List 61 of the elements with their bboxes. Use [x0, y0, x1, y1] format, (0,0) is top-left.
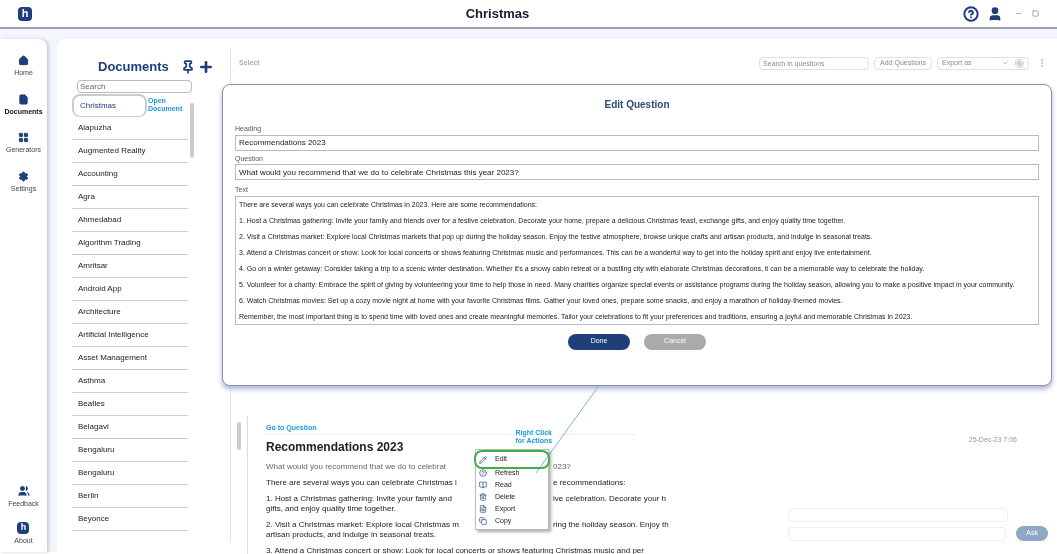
user-icon[interactable] [987, 5, 1003, 22]
answer-text: 2. Visit a Christmas market: Explore local Christmas m [266, 519, 459, 529]
answer-text: artisan products, and indulge in seasonal treats. [266, 529, 436, 540]
document-item[interactable]: Asset Management [72, 346, 188, 370]
pin-icon[interactable] [180, 59, 195, 74]
refresh-icon[interactable] [1015, 58, 1024, 68]
document-item[interactable]: Amritsar [72, 254, 188, 278]
delete-icon [479, 493, 487, 501]
document-item[interactable]: Android App [72, 277, 188, 301]
edit-icon [479, 455, 487, 464]
caret-icon [1001, 59, 1009, 67]
window-title: Christmas [464, 4, 531, 23]
answer-text: gifts, and enjoy quality time together. [266, 503, 396, 514]
add-icon[interactable] [197, 58, 214, 75]
answer-text: There are several ways you can celebrate Christmas i [266, 477, 457, 487]
document-item[interactable]: Augmented Reality [72, 139, 188, 163]
document-item[interactable]: Christmas [72, 93, 147, 117]
help-icon[interactable] [963, 5, 979, 22]
grid-icon [18, 132, 29, 143]
document-item[interactable]: Algorithm Trading [72, 231, 188, 255]
answer-text: e recommendations: [553, 477, 626, 488]
document-item[interactable]: Belagavi [72, 415, 188, 439]
document-item[interactable]: Beyonce [72, 507, 188, 531]
document-item[interactable]: Architecture [72, 300, 188, 324]
scrollbar-thumb [190, 102, 194, 158]
document-item[interactable]: Artificial Intelligence [72, 323, 188, 347]
document-item[interactable]: Bengaluru [72, 461, 188, 485]
gear-icon [18, 170, 29, 182]
refresh-icon [479, 469, 487, 477]
dialog-title: Edit Question [603, 98, 671, 112]
answer-text: ive celebration. Decorate your h [553, 493, 666, 504]
document-item[interactable]: Accounting [72, 162, 188, 186]
export-icon [479, 505, 487, 513]
file-icon [18, 93, 29, 105]
document-item[interactable]: Bengaluru [72, 438, 188, 462]
feedback-icon [17, 485, 30, 497]
document-item[interactable]: Berlin [72, 484, 188, 508]
documents-title: Documents [98, 58, 169, 76]
answer-text: ring the holiday season. Enjoy th [553, 519, 669, 530]
document-item[interactable]: Alapuzha [72, 116, 188, 140]
document-item[interactable]: Agra [72, 185, 188, 209]
scrollbar-thumb [237, 422, 241, 450]
document-item[interactable]: Ahmedabad [72, 208, 188, 232]
read-icon [479, 481, 487, 489]
question-heading: Recommendations 2023 [266, 438, 404, 456]
search-field[interactable]: Search [77, 79, 192, 93]
minimize-icon[interactable] [1015, 10, 1022, 17]
answer-text: 3. Attend a Christmas concert or show: Look for local concerts or shows featuring Christmas music and per [266, 545, 644, 554]
question-text: What would you recommend that we do to celebrat [266, 461, 447, 471]
home-icon [18, 55, 29, 66]
document-item[interactable]: Asthma [72, 369, 188, 393]
logo-icon: h [17, 521, 30, 534]
question-field[interactable]: What would you recommend that we do to celebrate Christmas this year 2023? [235, 164, 1039, 180]
text-area[interactable] [235, 195, 1039, 325]
heading-field[interactable]: Recommendations 2023 [235, 134, 1039, 151]
question-text: 023? [553, 461, 571, 472]
maximize-icon[interactable] [1032, 10, 1039, 17]
document-item[interactable]: Beatles [72, 392, 188, 416]
logo-icon: h [18, 6, 32, 21]
answer-text: 1. Host a Christmas gathering: Invite your family and [266, 493, 452, 503]
copy-icon [479, 517, 487, 525]
